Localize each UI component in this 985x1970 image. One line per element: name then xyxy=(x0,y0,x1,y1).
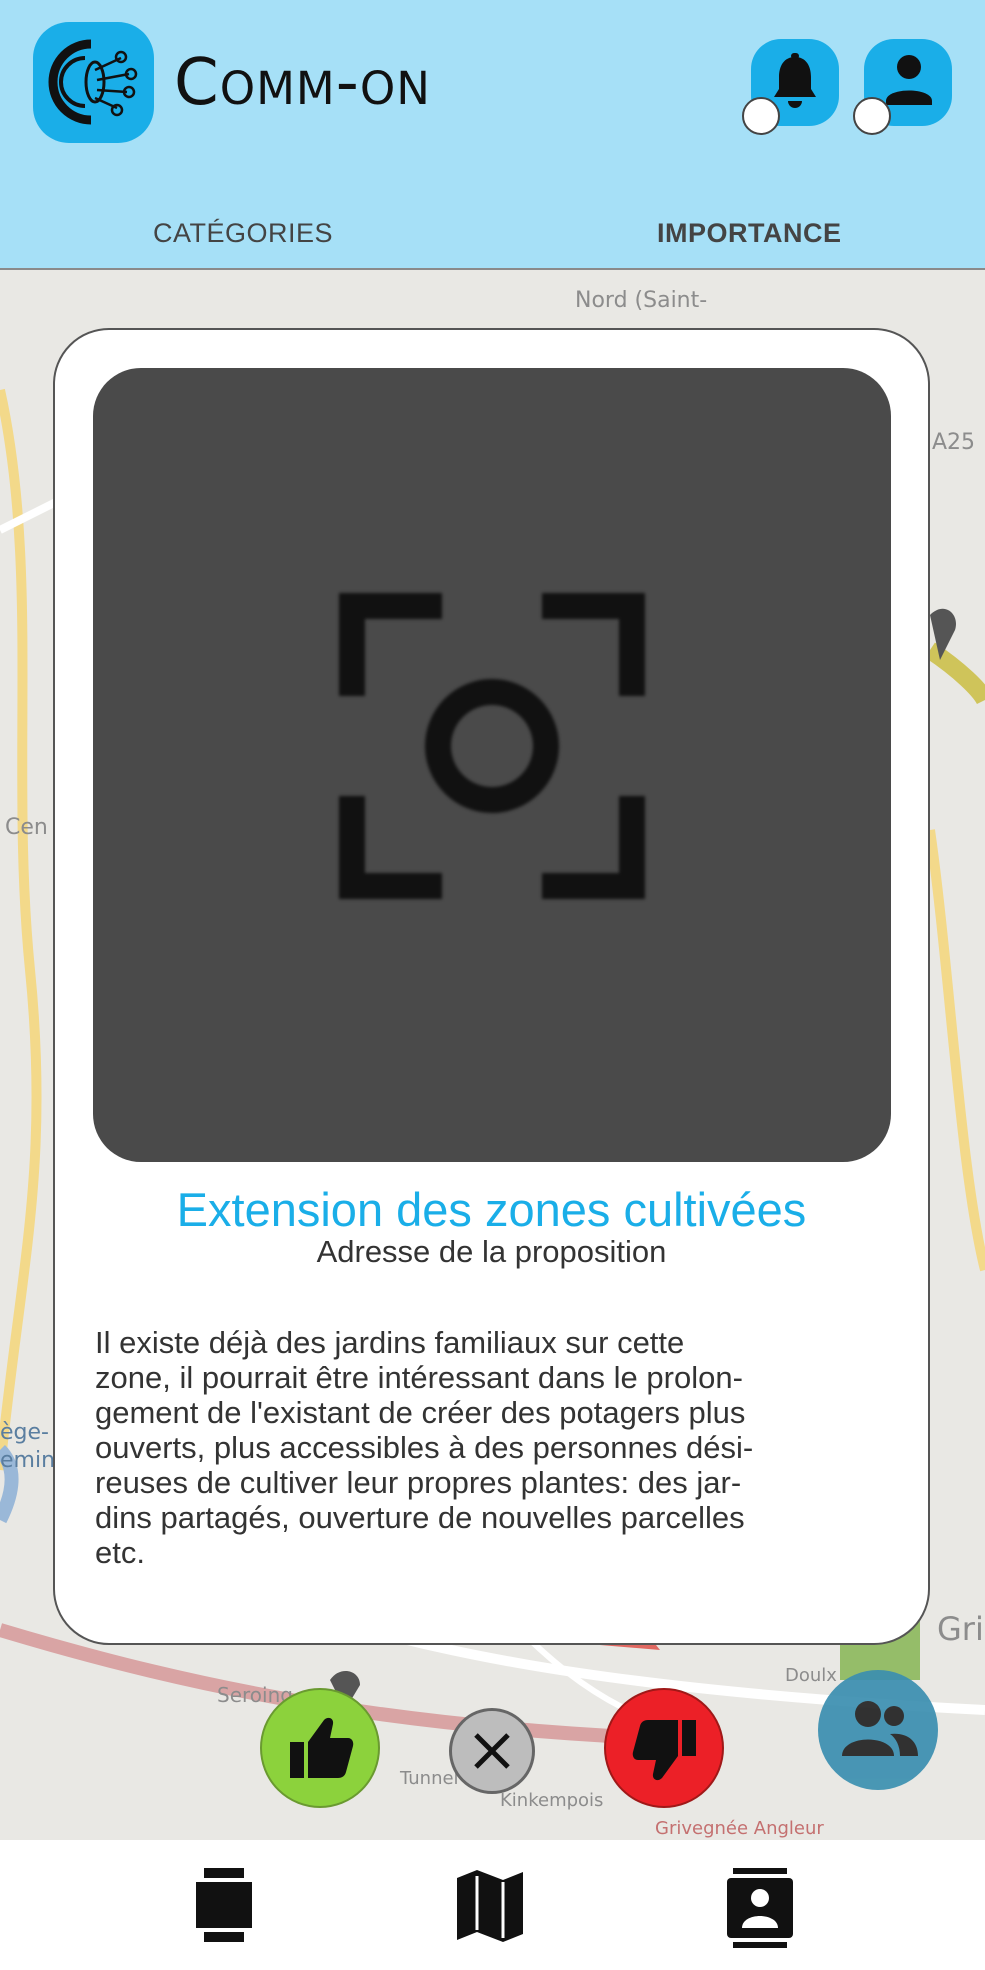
map-label: Grivegnée Angleur xyxy=(655,1818,824,1839)
map-icon[interactable] xyxy=(455,1868,525,1944)
app-header: Comm-on CATÉGORIES IMPORTANCE xyxy=(0,0,985,270)
thumbs-down-icon xyxy=(632,1720,696,1781)
dislike-button[interactable] xyxy=(604,1688,724,1808)
group-icon xyxy=(842,1701,918,1756)
logo-icon xyxy=(48,39,138,125)
app-logo xyxy=(33,22,154,143)
map-label: Gri xyxy=(937,1610,984,1648)
notification-badge xyxy=(742,97,780,135)
map-label: Doulx xyxy=(785,1665,837,1686)
map-label: Cen xyxy=(5,815,48,840)
user-icon xyxy=(886,55,932,105)
community-button[interactable] xyxy=(818,1670,938,1790)
app-title: Comm-on xyxy=(174,46,431,120)
proposal-title: Extension des zones cultivées xyxy=(176,1183,807,1236)
bottom-navigation xyxy=(0,1840,985,1970)
camera-focus-icon xyxy=(339,593,645,899)
bell-icon xyxy=(774,53,816,108)
map-label: Tunnel xyxy=(400,1768,459,1789)
contacts-icon[interactable] xyxy=(727,1868,793,1948)
profile-badge xyxy=(853,97,891,135)
tab-importance[interactable]: IMPORTANCE xyxy=(657,218,842,249)
proposals-icon[interactable] xyxy=(196,1868,252,1944)
proposal-description: Il existe déjà des jardins familiaux sur… xyxy=(95,1325,754,1570)
proposal-card[interactable]: Extension des zones cultivées Adresse de… xyxy=(53,328,930,1645)
map-label: Nord (Saint- xyxy=(575,288,708,313)
map-label: ège- xyxy=(0,1420,49,1445)
close-icon xyxy=(474,1733,510,1769)
like-button[interactable] xyxy=(260,1688,380,1808)
dismiss-button[interactable] xyxy=(449,1708,535,1794)
thumbs-up-icon xyxy=(290,1717,354,1778)
proposal-photo-placeholder[interactable] xyxy=(93,368,891,1162)
tab-categories[interactable]: CATÉGORIES xyxy=(153,218,333,249)
proposal-address: Adresse de la proposition xyxy=(316,1234,667,1269)
map-label: Kinkempois xyxy=(500,1790,604,1811)
map-label: A25 xyxy=(932,430,976,455)
map-label: emin xyxy=(0,1448,56,1473)
